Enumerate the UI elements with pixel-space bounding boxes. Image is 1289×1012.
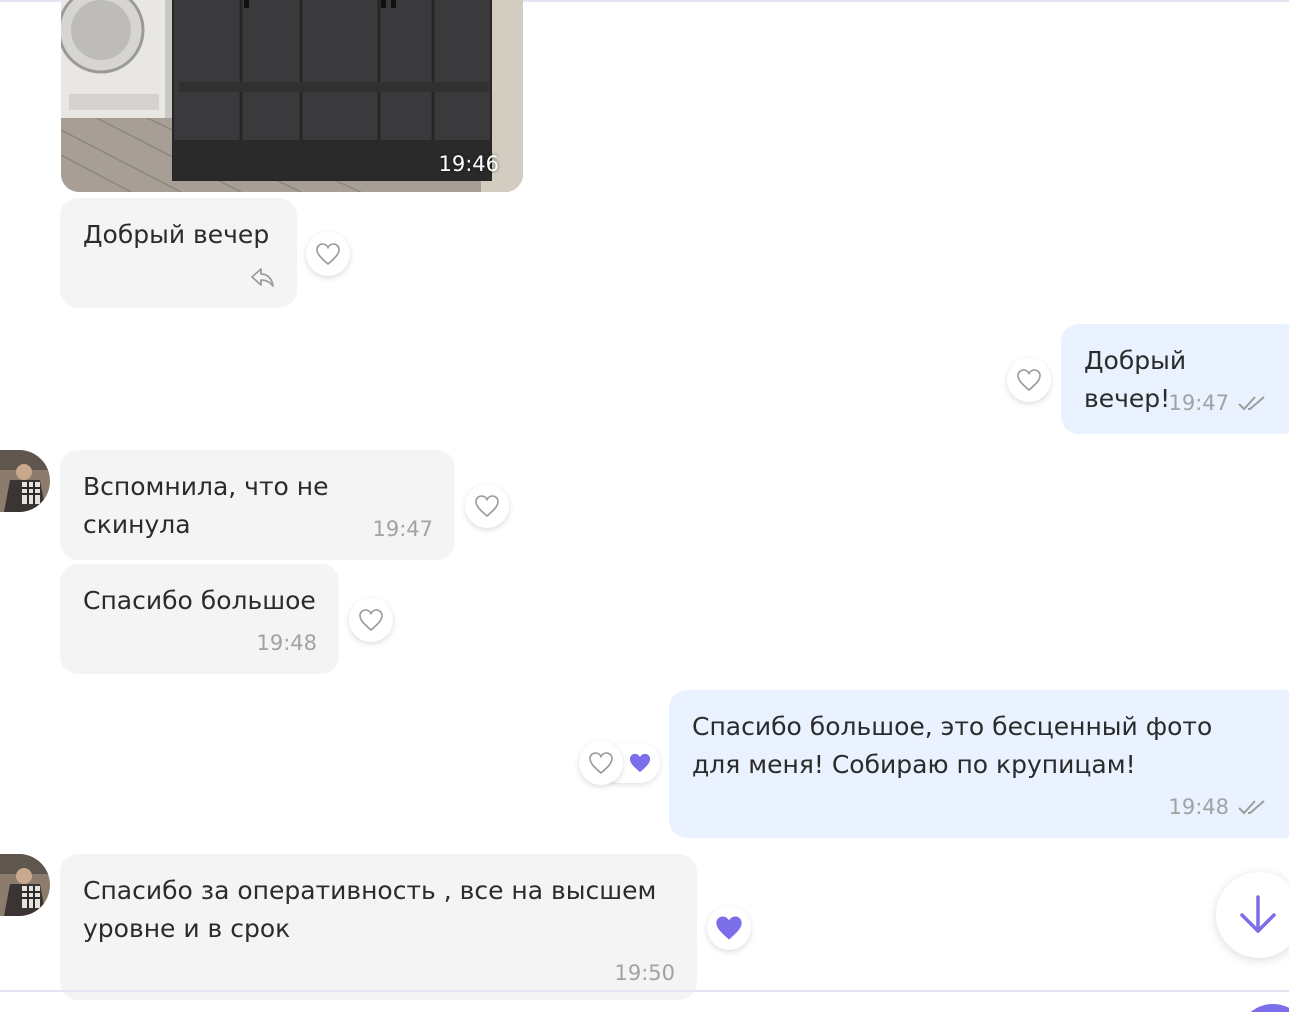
message-time: 19:50 — [614, 961, 675, 985]
avatar-image — [0, 450, 50, 512]
reaction-button[interactable] — [306, 232, 350, 276]
double-check-icon — [1238, 396, 1265, 411]
avatar[interactable] — [0, 854, 50, 916]
message-meta: 19:48 — [256, 624, 317, 662]
reaction-badge[interactable] — [707, 906, 751, 950]
composer-divider — [0, 990, 1289, 992]
heart-outline-icon — [316, 243, 340, 266]
message-bubble-incoming[interactable]: Добрый вечер — [60, 198, 297, 308]
avatar[interactable] — [0, 450, 50, 512]
message-bubble-incoming[interactable]: Спасибо за оперативность , все на высшем… — [60, 854, 697, 1000]
chat-history: 19:46 Добрый вечер Добрый вечер! 19:47 В… — [0, 0, 1289, 1012]
arrow-down-icon — [1240, 895, 1276, 933]
heart-outline-icon — [359, 609, 383, 632]
message-time: 19:47 — [1168, 391, 1229, 415]
message-meta: 19:47 — [372, 510, 433, 548]
message-bubble-outgoing[interactable]: Спасибо большое, это бесценный фото для … — [669, 690, 1289, 838]
message-time: 19:47 — [372, 517, 433, 541]
send-button[interactable] — [1238, 1004, 1289, 1012]
message-meta — [249, 266, 275, 288]
message-time: 19:48 — [1168, 795, 1229, 819]
heart-outline-icon — [1017, 369, 1041, 392]
scroll-down-button[interactable] — [1216, 872, 1289, 958]
message-text: Спасибо большое, это бесценный фото для … — [692, 712, 1221, 779]
reply-icon — [251, 268, 274, 287]
reaction-button[interactable] — [349, 598, 393, 642]
message-bubble-incoming[interactable]: Вспомнила, что не скинула 19:47 — [60, 450, 455, 560]
message-bubble-incoming[interactable]: Спасибо большое 19:48 — [60, 564, 339, 674]
message-text: Добрый вечер — [83, 220, 270, 249]
message-meta: 19:50 — [614, 954, 675, 992]
avatar-image — [0, 854, 50, 916]
double-check-icon — [1238, 800, 1265, 815]
message-meta: 19:48 — [1168, 788, 1267, 826]
message-text: Спасибо за оперативность , все на высшем… — [83, 876, 665, 943]
reaction-button[interactable] — [1007, 358, 1051, 402]
heart-outline-icon — [589, 752, 613, 775]
heart-filled-icon — [629, 753, 651, 773]
message-bubble-outgoing[interactable]: Добрый вечер! 19:47 — [1061, 324, 1289, 434]
message-time: 19:46 — [438, 152, 499, 176]
photo-message[interactable]: 19:46 — [61, 0, 523, 192]
heart-filled-icon — [716, 916, 742, 940]
message-time: 19:48 — [256, 631, 317, 655]
message-meta: 19:47 — [1168, 384, 1267, 422]
reaction-button[interactable] — [579, 741, 623, 785]
reaction-button[interactable] — [465, 484, 509, 528]
message-text: Спасибо большое — [83, 586, 316, 615]
heart-outline-icon — [475, 495, 499, 518]
